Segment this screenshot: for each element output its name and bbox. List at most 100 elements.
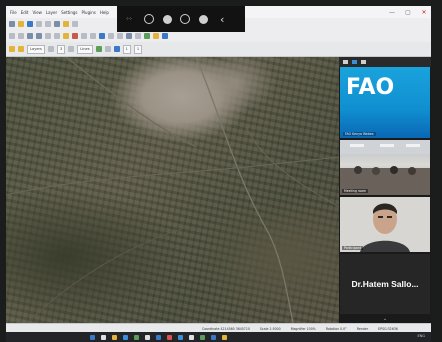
style-manager-icon[interactable] xyxy=(63,21,69,27)
menu-help[interactable]: Help xyxy=(100,10,109,15)
pan-to-selection-icon[interactable] xyxy=(18,33,24,39)
statistics-icon[interactable] xyxy=(117,33,123,39)
vertex-tool-icon[interactable] xyxy=(68,46,75,52)
zoom-in-icon[interactable] xyxy=(27,33,33,39)
close-button[interactable]: ✕ xyxy=(419,9,429,16)
excel-icon[interactable] xyxy=(200,334,205,340)
add-vector-icon[interactable] xyxy=(9,46,15,52)
print-layout-icon[interactable] xyxy=(45,21,51,27)
pan-icon[interactable] xyxy=(9,33,15,39)
open-project-icon[interactable] xyxy=(18,21,24,27)
app-icon[interactable] xyxy=(145,334,150,340)
pdf-icon[interactable] xyxy=(167,334,172,340)
minimize-button[interactable]: — xyxy=(387,9,397,16)
crs-button[interactable]: EPSG:32636 xyxy=(378,327,398,331)
bookmark-icon[interactable] xyxy=(135,33,141,39)
rotation-field[interactable]: Rotation 0.0° xyxy=(326,327,347,331)
panel-tab-menu[interactable] xyxy=(343,60,348,64)
system-tray-language[interactable]: ENG xyxy=(417,334,425,338)
ring-icon[interactable] xyxy=(180,14,190,24)
fao-logo: FAO xyxy=(346,75,395,100)
qgis-icon[interactable] xyxy=(134,334,139,340)
video-tile-room[interactable]: Meeting room xyxy=(340,140,430,195)
maximize-button[interactable]: ▢ xyxy=(403,9,413,16)
menu-view[interactable]: View xyxy=(32,10,42,15)
menu-edit[interactable]: Edit xyxy=(21,10,29,15)
folder-icon[interactable] xyxy=(222,334,227,340)
road-line xyxy=(65,57,197,148)
bulb-icon[interactable] xyxy=(162,14,172,24)
featured-speaker-name: Dr.Hatem Sallo... xyxy=(351,279,419,289)
python-console-icon[interactable] xyxy=(72,21,78,27)
panel-tab-list[interactable] xyxy=(361,60,366,64)
participant-eye xyxy=(378,216,383,218)
start-icon[interactable] xyxy=(90,334,95,340)
window-controls: — ▢ ✕ xyxy=(387,6,429,18)
measure-icon[interactable] xyxy=(72,33,78,39)
deselect-icon[interactable] xyxy=(90,33,96,39)
file-explorer-icon[interactable] xyxy=(112,334,117,340)
scale-field[interactable]: Scale 1:5000 xyxy=(260,327,281,331)
menu-plugins[interactable]: Plugins xyxy=(82,10,96,15)
map-canvas[interactable] xyxy=(6,57,339,323)
digitize-icon[interactable] xyxy=(47,46,54,52)
menu-layer[interactable]: Layer xyxy=(46,10,57,15)
save-project-icon[interactable] xyxy=(27,21,33,27)
magnifier-field[interactable]: Magnifier 100% xyxy=(291,327,316,331)
chevron-left-icon[interactable]: ‹ xyxy=(220,13,224,26)
render-checkbox[interactable]: Render xyxy=(357,327,368,331)
road-line xyxy=(245,126,339,208)
video-tile-fao[interactable]: FAO FAO Kenya Webex xyxy=(340,67,430,138)
add-raster-icon[interactable] xyxy=(18,46,24,52)
attendee-head xyxy=(372,167,380,175)
raster-calculator-icon[interactable] xyxy=(95,46,102,52)
word-icon[interactable] xyxy=(156,334,161,340)
tolerance-field-2[interactable]: 1 xyxy=(133,44,143,54)
attribute-table-icon[interactable] xyxy=(99,33,105,39)
identify-icon[interactable] xyxy=(63,33,69,39)
geometry-combo[interactable]: Lines xyxy=(77,44,93,54)
road-line xyxy=(195,57,294,323)
video-tile-participant[interactable]: Participant xyxy=(340,197,430,252)
layout-manager-icon[interactable] xyxy=(54,21,60,27)
outlook-icon[interactable] xyxy=(211,334,216,340)
media-overlay-bar: ⁘⁘ ‹ xyxy=(117,6,245,32)
zoom-layer-icon[interactable] xyxy=(54,33,60,39)
lamp-icon[interactable] xyxy=(198,14,208,24)
zoom-out-icon[interactable] xyxy=(36,33,42,39)
road-line xyxy=(25,226,187,323)
room-scene xyxy=(340,140,430,195)
coordinate-readout: Coordinate 4214560 3645710 xyxy=(202,326,250,331)
processing-icon[interactable] xyxy=(113,46,120,52)
panel-tab-grid[interactable] xyxy=(352,60,357,64)
new-project-icon[interactable] xyxy=(9,21,15,27)
menu-file[interactable]: File xyxy=(10,10,17,15)
ceiling-light xyxy=(406,144,420,147)
snap-combo[interactable]: 3 xyxy=(56,44,66,54)
refresh-icon[interactable] xyxy=(144,33,150,39)
annotation-icon[interactable] xyxy=(153,33,159,39)
toolbar-layers: Layers 3 Lines 1 1 xyxy=(6,42,431,57)
participant-eye xyxy=(387,216,392,218)
georeferencer-icon[interactable] xyxy=(104,46,111,52)
ceiling-light xyxy=(380,144,394,147)
webex-icon[interactable] xyxy=(178,334,183,340)
label-icon[interactable] xyxy=(162,33,168,39)
field-calculator-icon[interactable] xyxy=(108,33,114,39)
dot-icon[interactable] xyxy=(144,14,154,24)
zoom-full-icon[interactable] xyxy=(45,33,51,39)
select-feature-icon[interactable] xyxy=(81,33,87,39)
grid-icon[interactable]: ⁘⁘ xyxy=(122,14,136,24)
status-bar: Coordinate 4214560 3645710 Scale 1:5000 … xyxy=(6,323,431,332)
browser-icon[interactable] xyxy=(123,334,128,340)
featured-speaker-tile[interactable]: Dr.Hatem Sallo... xyxy=(340,254,430,314)
tolerance-field-1[interactable]: 1 xyxy=(122,44,131,54)
save-as-icon[interactable] xyxy=(36,21,42,27)
layer-combo[interactable]: Layers xyxy=(27,44,45,54)
chevron-down-icon[interactable]: ⌄ xyxy=(339,316,431,322)
attendee-head xyxy=(390,166,398,174)
menu-settings[interactable]: Settings xyxy=(61,10,77,15)
app-icon[interactable] xyxy=(189,334,194,340)
map-tips-icon[interactable] xyxy=(126,33,132,39)
search-icon[interactable] xyxy=(101,334,106,340)
